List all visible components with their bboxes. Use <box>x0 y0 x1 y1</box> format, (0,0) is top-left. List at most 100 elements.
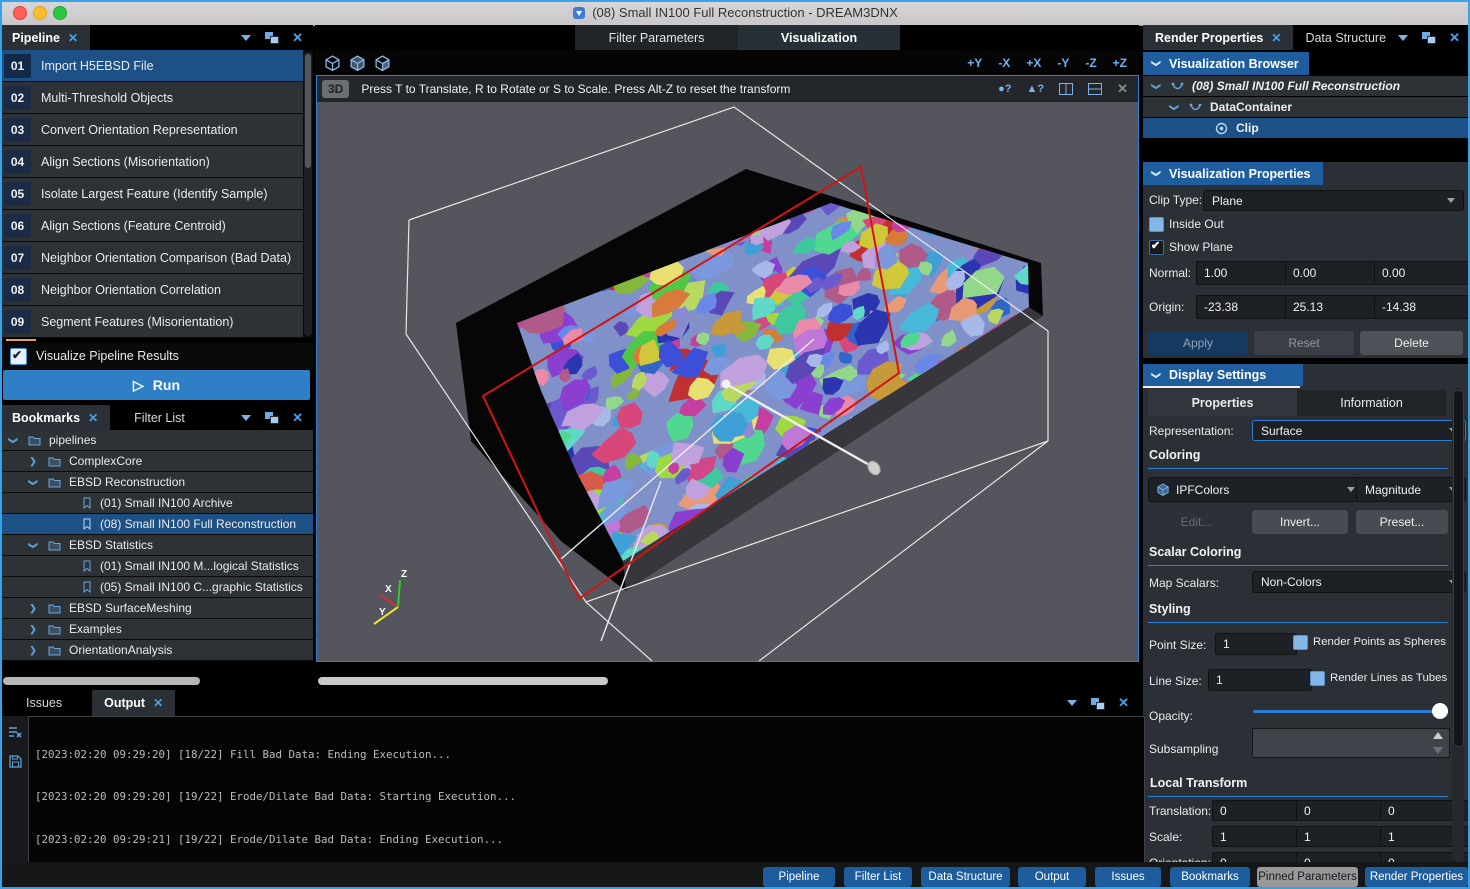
pipeline-step-1[interactable]: 01Import H5EBSD File <box>0 50 303 81</box>
render-lines-tubes-checkbox[interactable] <box>1310 671 1325 686</box>
save-output-icon[interactable] <box>9 755 22 768</box>
scale-x-field[interactable]: 1 <box>1212 826 1306 847</box>
orientation-y-field[interactable]: 0 <box>1296 852 1390 862</box>
origin-y-field[interactable]: 25.13 <box>1285 295 1383 319</box>
pipeline-step-3[interactable]: 03Convert Orientation Representation <box>0 114 303 145</box>
edit-button[interactable]: Edit... <box>1148 510 1244 534</box>
browser-item-datacontainer[interactable]: ❯ DataContainer <box>1143 97 1470 117</box>
tree-item-orientationanalysis[interactable]: ❯OrientationAnalysis <box>0 640 313 660</box>
camera-preset-cube-icon[interactable] <box>325 55 340 71</box>
origin-x-field[interactable]: -23.38 <box>1196 295 1294 319</box>
tab-properties[interactable]: Properties <box>1148 390 1297 416</box>
normal-z-field[interactable]: 0.00 <box>1374 261 1470 285</box>
delete-button[interactable]: Delete <box>1360 331 1463 355</box>
line-size-field[interactable]: 1 <box>1208 669 1312 691</box>
tree-item-small-in100-full-reconstruction[interactable]: (08) Small IN100 Full Reconstruction <box>0 514 313 534</box>
toggle-data-structure-button[interactable]: Data Structure <box>921 867 1010 887</box>
pipeline-step-2[interactable]: 02Multi-Threshold Objects <box>0 82 303 113</box>
chevron-down-icon[interactable]: ❯ <box>1169 102 1180 112</box>
clip-type-select[interactable]: Plane <box>1203 190 1464 211</box>
tab-output[interactable]: Output✕ <box>92 690 175 716</box>
browser-item-pipeline[interactable]: ❯ (08) Small IN100 Full Reconstruction <box>1143 76 1470 96</box>
pipeline-step-8[interactable]: 08Neighbor Orientation Correlation <box>0 274 303 305</box>
close-icon[interactable]: ✕ <box>292 410 303 426</box>
reset-button[interactable]: Reset <box>1254 331 1354 355</box>
translation-y-field[interactable]: 0 <box>1296 800 1390 821</box>
point-size-field[interactable]: 1 <box>1215 633 1297 655</box>
visibility-eye-icon[interactable] <box>1215 122 1228 135</box>
close-icon[interactable]: ✕ <box>1118 695 1129 711</box>
close-icon[interactable]: ✕ <box>68 31 78 45</box>
map-scalars-select[interactable]: Non-Colors <box>1252 571 1466 593</box>
camera-preset-cube-filled-icon[interactable] <box>350 55 365 71</box>
tree-item-ebsd-statistics[interactable]: ❯EBSD Statistics <box>0 535 313 555</box>
render-points-spheres-checkbox[interactable] <box>1293 635 1308 650</box>
zoom-window-button[interactable] <box>53 6 67 20</box>
orientation-x-field[interactable]: 0 <box>1212 852 1306 862</box>
apply-button[interactable]: Apply <box>1148 331 1248 355</box>
tab-pipeline[interactable]: Pipeline✕ <box>0 25 90 50</box>
chevron-down-icon[interactable] <box>1398 35 1408 41</box>
close-view-icon[interactable]: ✕ <box>1117 81 1128 97</box>
visualize-results-checkbox[interactable] <box>10 348 27 365</box>
tree-item-examples[interactable]: ❯Examples <box>0 619 313 639</box>
toggle-issues-button[interactable]: Issues <box>1095 867 1161 887</box>
chevron-down-icon[interactable]: ❯ <box>28 477 39 487</box>
split-vertical-icon[interactable] <box>1059 83 1073 95</box>
float-panel-icon[interactable] <box>1091 698 1104 709</box>
chevron-down-icon[interactable] <box>241 35 251 41</box>
close-icon[interactable]: ✕ <box>1449 30 1460 46</box>
clear-output-icon[interactable] <box>8 726 23 739</box>
normal-x-field[interactable]: 1.00 <box>1196 261 1294 285</box>
tab-information[interactable]: Information <box>1297 390 1446 416</box>
view-plus-z-button[interactable]: +Z <box>1113 56 1127 70</box>
point-help-icon[interactable]: ●? <box>998 83 1011 95</box>
invert-button[interactable]: Invert... <box>1252 510 1348 534</box>
float-panel-icon[interactable] <box>265 32 278 43</box>
tree-item-pipelines[interactable]: ❯pipelines <box>0 430 313 450</box>
chevron-down-icon[interactable]: ❯ <box>8 435 19 445</box>
pipeline-step-4[interactable]: 04Align Sections (Misorientation) <box>0 146 303 177</box>
chevron-down-icon[interactable] <box>1067 700 1077 706</box>
run-button[interactable]: ▷Run <box>3 370 310 400</box>
close-icon[interactable]: ✕ <box>153 696 163 710</box>
tab-filter-list[interactable]: Filter List <box>110 405 197 430</box>
close-window-button[interactable] <box>13 6 27 20</box>
tree-item-crystallographic-statistics[interactable]: (05) Small IN100 C...graphic Statistics <box>0 577 313 597</box>
tree-item-ebsd-reconstruction[interactable]: ❯EBSD Reconstruction <box>0 472 313 492</box>
viewport-hscrollbar-thumb[interactable] <box>318 677 608 685</box>
tree-item-ebsd-surfacemeshing[interactable]: ❯EBSD SurfaceMeshing <box>0 598 313 618</box>
view-plus-x-button[interactable]: +X <box>1026 56 1041 70</box>
float-panel-icon[interactable] <box>265 412 278 423</box>
pipeline-scrollbar-thumb[interactable] <box>305 54 311 168</box>
opacity-slider-track[interactable] <box>1253 710 1447 713</box>
representation-select[interactable]: Surface <box>1252 420 1466 441</box>
toggle-bookmarks-button[interactable]: Bookmarks <box>1170 867 1250 887</box>
visualization-properties-header[interactable]: ❯ Visualization Properties <box>1143 162 1323 185</box>
float-panel-icon[interactable] <box>1422 32 1435 43</box>
component-select[interactable]: Magnitude <box>1356 477 1466 502</box>
origin-z-field[interactable]: -14.38 <box>1374 295 1470 319</box>
view-minus-x-button[interactable]: -X <box>998 56 1010 70</box>
toggle-pinned-parameters-button[interactable]: Pinned Parameters <box>1257 867 1358 887</box>
split-horizontal-icon[interactable] <box>1088 83 1102 95</box>
pipeline-step-6[interactable]: 06Align Sections (Feature Centroid) <box>0 210 303 241</box>
chevron-right-icon[interactable]: ❯ <box>28 624 38 635</box>
toggle-filter-list-button[interactable]: Filter List <box>844 867 912 887</box>
display-settings-scrollbar-thumb[interactable] <box>1453 390 1464 747</box>
chevron-down-icon[interactable]: ❯ <box>1151 81 1162 91</box>
tab-visualization[interactable]: Visualization <box>738 25 900 50</box>
minimize-window-button[interactable] <box>33 6 47 20</box>
preset-button[interactable]: Preset... <box>1356 510 1448 534</box>
close-icon[interactable]: ✕ <box>292 30 303 46</box>
spinner-up-icon[interactable] <box>1433 732 1443 739</box>
view-minus-z-button[interactable]: -Z <box>1085 56 1096 70</box>
visualization-browser-header[interactable]: ❯ Visualization Browser <box>1143 52 1309 75</box>
chevron-right-icon[interactable]: ❯ <box>28 645 38 656</box>
tree-item-complexcore[interactable]: ❯ComplexCore <box>0 451 313 471</box>
subsampling-spinner[interactable] <box>1252 728 1450 758</box>
view-plus-y-button[interactable]: +Y <box>967 56 982 70</box>
opacity-slider-thumb[interactable] <box>1432 703 1448 719</box>
tree-item-small-in100-archive[interactable]: (01) Small IN100 Archive <box>0 493 313 513</box>
show-plane-checkbox[interactable] <box>1149 240 1164 255</box>
